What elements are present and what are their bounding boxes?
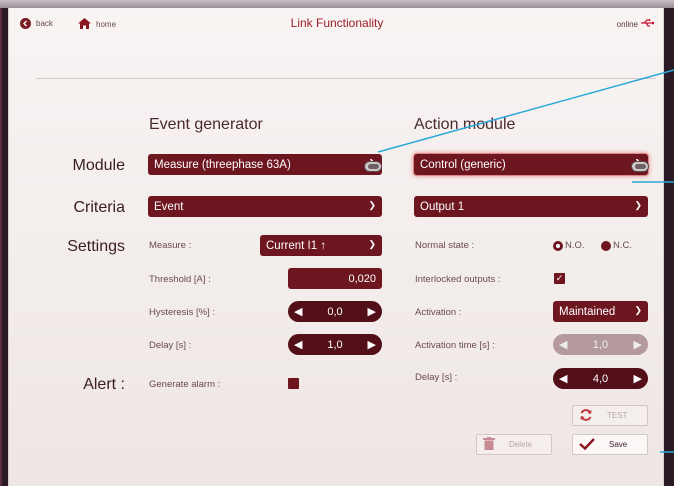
connector-lines <box>377 69 674 453</box>
connector-line-module <box>377 69 674 153</box>
